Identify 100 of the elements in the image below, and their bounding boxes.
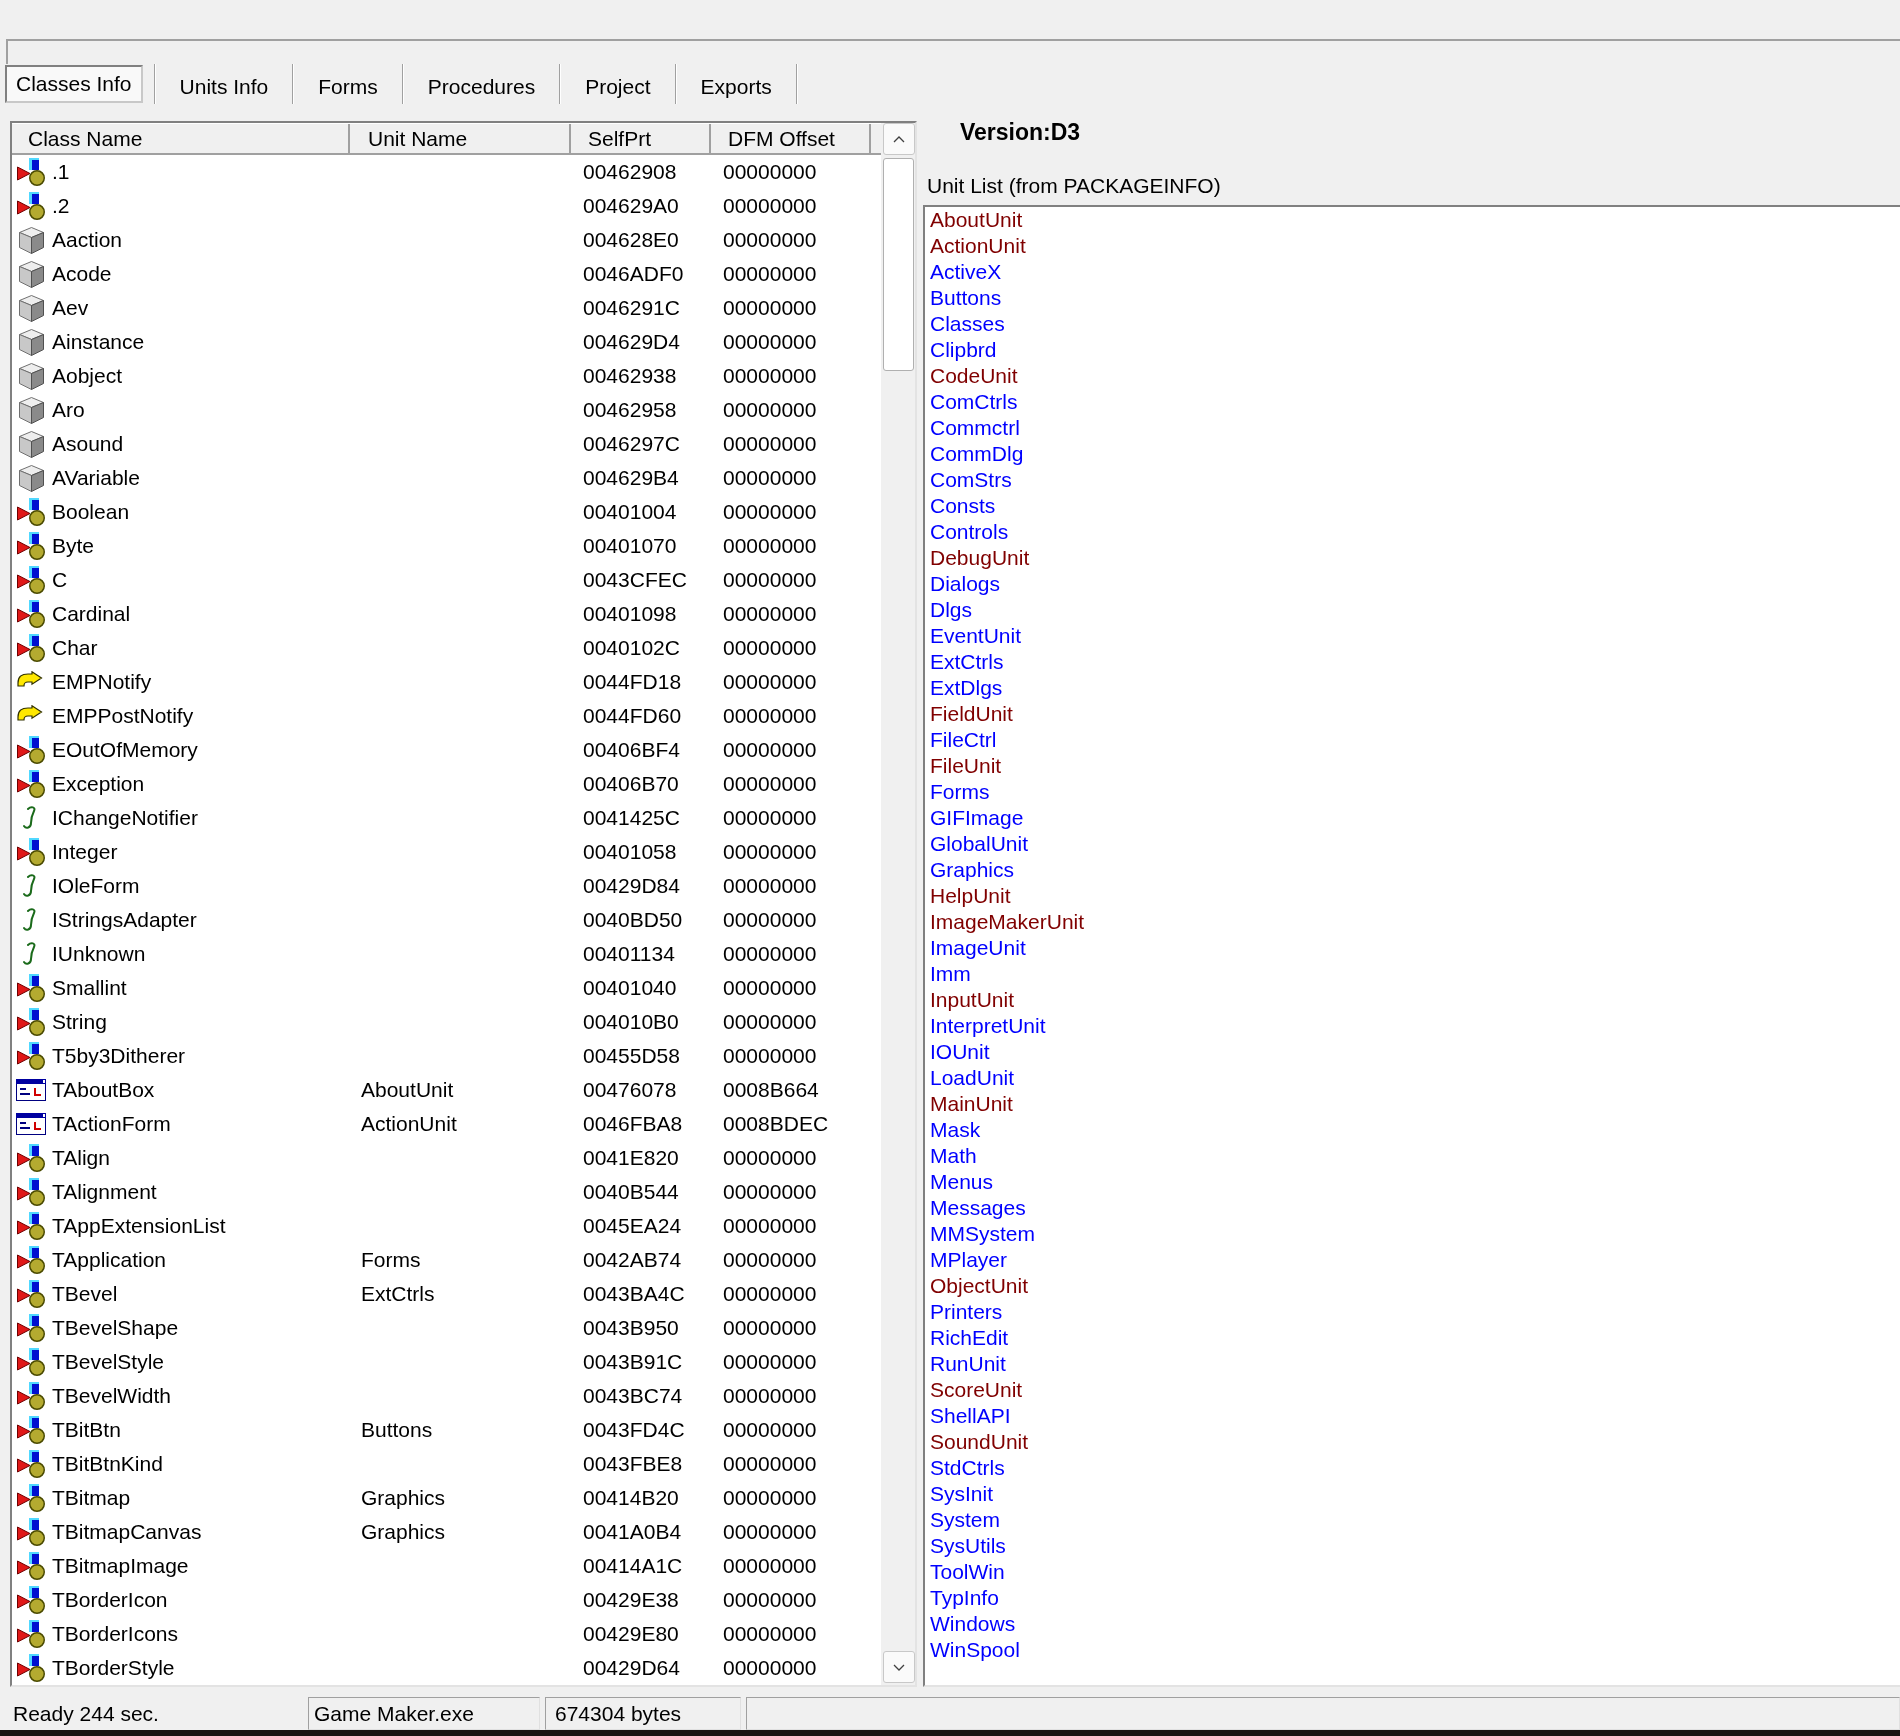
unit-list-item[interactable]: Menus	[925, 1169, 996, 1195]
unit-list-item[interactable]: SoundUnit	[925, 1429, 1031, 1455]
unit-list-item[interactable]: InputUnit	[925, 987, 1017, 1013]
unit-list-item[interactable]: Consts	[925, 493, 998, 519]
table-cell-text: IUnknown	[52, 941, 146, 968]
table-cell-text: 00401134	[583, 941, 675, 968]
table-cell-text: 00401040	[583, 975, 677, 1002]
shapes-icon	[17, 736, 45, 764]
table-cell-text: 00401004	[583, 499, 677, 526]
unit-list-item[interactable]: Imm	[925, 961, 973, 987]
unit-list-item[interactable]: AboutUnit	[925, 207, 1025, 233]
unit-list-item[interactable]: ComStrs	[925, 467, 1014, 493]
table-cell-text: Byte	[52, 533, 95, 560]
unit-list-item[interactable]: Windows	[925, 1611, 1018, 1637]
unit-list-item[interactable]: LoadUnit	[925, 1065, 1017, 1091]
table-cell-text: 0046FBA8	[583, 1111, 683, 1138]
unit-list-item[interactable]: ExtCtrls	[925, 649, 1006, 675]
tab[interactable]: Exports	[676, 64, 796, 104]
unit-list-item[interactable]: TypInfo	[925, 1585, 1001, 1611]
unit-list-item[interactable]: CodeUnit	[925, 363, 1020, 389]
vertical-scrollbar[interactable]	[881, 123, 915, 1685]
unit-list-item[interactable]: GIFImage	[925, 805, 1026, 831]
unit-list[interactable]	[923, 205, 1900, 1687]
unit-list-item[interactable]: Clipbrd	[925, 337, 999, 363]
unit-list-item[interactable]: SysInit	[925, 1481, 996, 1507]
unit-list-item[interactable]: MainUnit	[925, 1091, 1015, 1117]
unit-list-item[interactable]: GlobalUnit	[925, 831, 1031, 857]
table-cell-text: C	[52, 567, 68, 594]
scroll-up-button[interactable]	[883, 123, 915, 155]
unit-list-item[interactable]: Messages	[925, 1195, 1028, 1221]
table-cell-text: 00000000	[723, 1621, 817, 1648]
unit-list-item[interactable]: IOUnit	[925, 1039, 992, 1065]
table-cell-text: TBitmapCanvas	[52, 1519, 202, 1546]
unit-list-item[interactable]: ActiveX	[925, 259, 1004, 285]
tab[interactable]: Project	[561, 64, 675, 104]
unit-list-item[interactable]: Dlgs	[925, 597, 974, 623]
table-cell-text: AboutUnit	[361, 1077, 454, 1104]
unit-list-item[interactable]: CommDlg	[925, 441, 1026, 467]
table-cell-text: Asound	[52, 431, 124, 458]
unit-list-item[interactable]: ShellAPI	[925, 1403, 1013, 1429]
scroll-down-button[interactable]	[883, 1651, 915, 1683]
table-cell-text: AVariable	[52, 465, 140, 492]
shapes-icon	[17, 158, 45, 186]
column-header[interactable]: DFM Offset	[711, 124, 871, 153]
tab[interactable]: Forms	[294, 64, 402, 104]
unit-list-item[interactable]: MPlayer	[925, 1247, 1010, 1273]
unit-list-item[interactable]: FileCtrl	[925, 727, 999, 753]
unit-list-item[interactable]: WinSpool	[925, 1637, 1022, 1663]
table-cell-text: TAlignment	[52, 1179, 157, 1206]
column-header[interactable]: Unit Name	[350, 124, 571, 153]
unit-list-item[interactable]: ToolWin	[925, 1559, 1007, 1585]
unit-list-item[interactable]: SysUtils	[925, 1533, 1008, 1559]
unit-list-item[interactable]: DebugUnit	[925, 545, 1032, 571]
cube-icon	[19, 396, 44, 424]
column-header[interactable]: SelfPrt	[571, 124, 711, 153]
unit-list-item[interactable]: Printers	[925, 1299, 1005, 1325]
unit-list-item[interactable]: Graphics	[925, 857, 1017, 883]
table-cell-text: 00000000	[723, 1145, 817, 1172]
unit-list-item[interactable]: StdCtrls	[925, 1455, 1007, 1481]
unit-list-item[interactable]: Commctrl	[925, 415, 1022, 441]
unit-list-item[interactable]: RichEdit	[925, 1325, 1011, 1351]
unit-list-item[interactable]: FileUnit	[925, 753, 1004, 779]
tab[interactable]: Procedures	[403, 64, 560, 104]
unit-list-item[interactable]: EventUnit	[925, 623, 1024, 649]
tab[interactable]: Classes Info	[5, 65, 143, 103]
unit-list-item[interactable]: ImageUnit	[925, 935, 1028, 961]
table-cell-text: 00000000	[723, 907, 817, 934]
table-cell-text: TBitBtn	[52, 1417, 121, 1444]
unit-list-item[interactable]: InterpretUnit	[925, 1013, 1048, 1039]
unit-list-item[interactable]: Buttons	[925, 285, 1004, 311]
table-cell-text: 0043CFEC	[583, 567, 687, 594]
shapes-icon	[17, 532, 45, 560]
table-cell-text: IStringsAdapter	[52, 907, 197, 934]
unit-list-item[interactable]: FieldUnit	[925, 701, 1015, 727]
unit-list-item[interactable]: System	[925, 1507, 1002, 1533]
unit-list-item[interactable]: ComCtrls	[925, 389, 1020, 415]
unit-list-item[interactable]: Forms	[925, 779, 992, 805]
cube-icon	[19, 362, 44, 390]
table-cell-text: 00000000	[723, 873, 817, 900]
unit-list-item[interactable]: ExtDlgs	[925, 675, 1005, 701]
scrollbar-thumb[interactable]	[883, 158, 914, 371]
arrow-icon	[17, 705, 43, 721]
column-header[interactable]: Class Name	[12, 124, 350, 153]
table-cell-text: Buttons	[361, 1417, 433, 1444]
unit-list-item[interactable]: Classes	[925, 311, 1007, 337]
unit-list-item[interactable]: ActionUnit	[925, 233, 1028, 259]
unit-list-item[interactable]: Dialogs	[925, 571, 1003, 597]
unit-list-item[interactable]: ObjectUnit	[925, 1273, 1031, 1299]
table-cell-text: 00000000	[723, 1213, 817, 1240]
unit-list-item[interactable]: HelpUnit	[925, 883, 1013, 909]
unit-list-item[interactable]: Mask	[925, 1117, 983, 1143]
unit-list-item[interactable]: MMSystem	[925, 1221, 1037, 1247]
table-cell-text: 0040B544	[583, 1179, 679, 1206]
unit-list-item[interactable]: Math	[925, 1143, 979, 1169]
unit-list-item[interactable]: Controls	[925, 519, 1011, 545]
unit-list-item[interactable]: RunUnit	[925, 1351, 1008, 1377]
unit-list-item[interactable]: ImageMakerUnit	[925, 909, 1087, 935]
tab[interactable]: Units Info	[155, 64, 293, 104]
unit-list-item[interactable]: ScoreUnit	[925, 1377, 1025, 1403]
table-cell-text: Char	[52, 635, 98, 662]
